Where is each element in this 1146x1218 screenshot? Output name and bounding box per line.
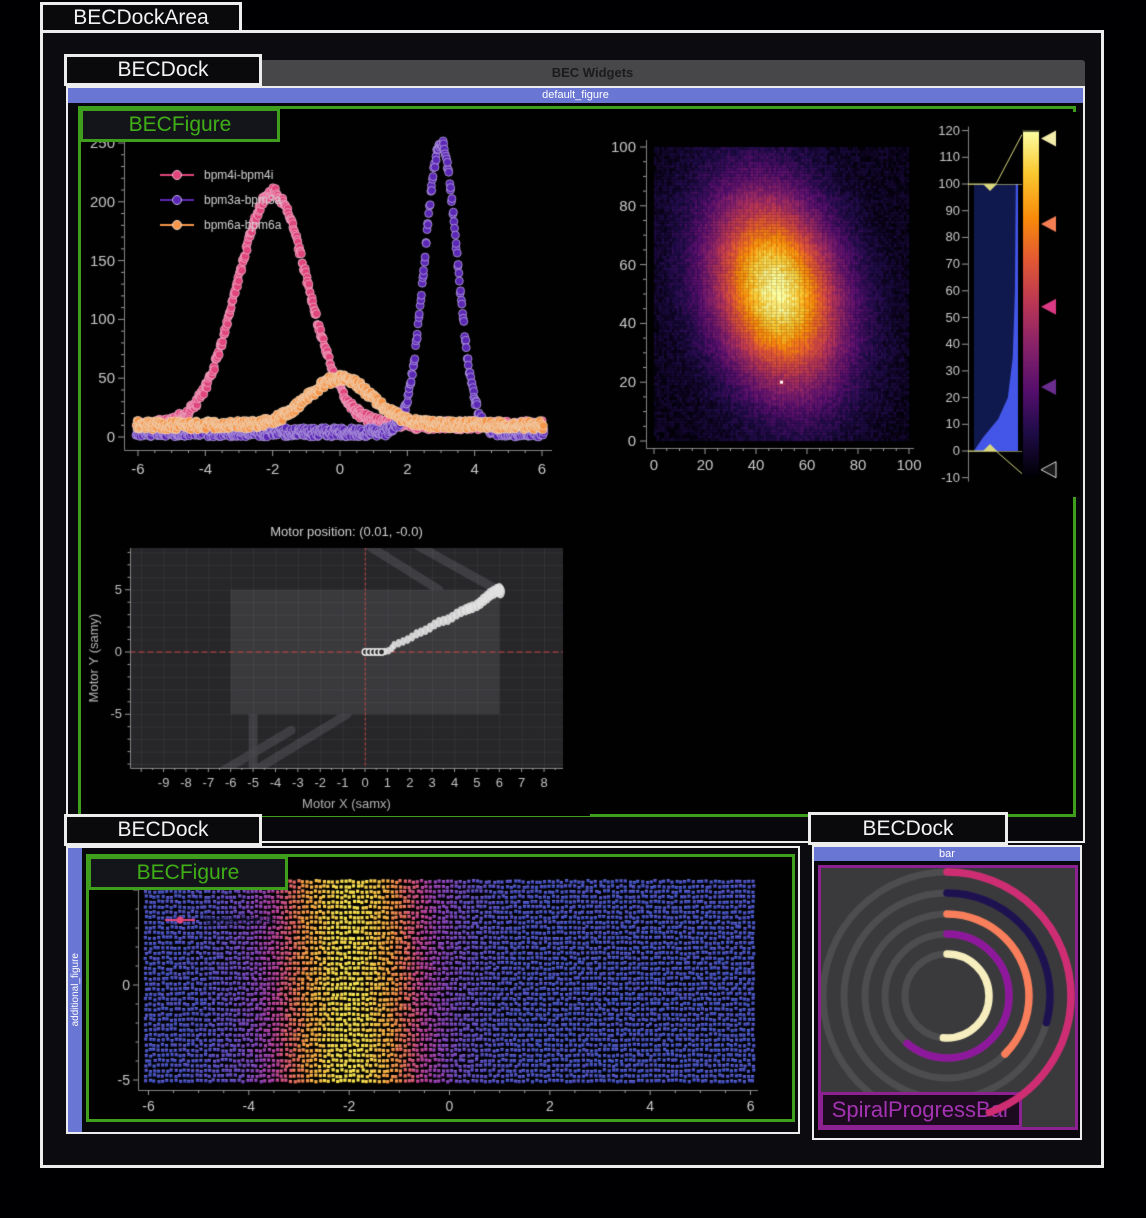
- motor-map-canvas[interactable]: [85, 520, 590, 816]
- dock-default-debug-label: BECDock: [64, 54, 262, 86]
- figure-additional-debug-label: BECFigure: [88, 856, 288, 890]
- spiral-progress-arcs-canvas[interactable]: [821, 868, 1075, 1127]
- dock-bar-titlebar[interactable]: bar: [814, 847, 1080, 861]
- dock-additional-debug-label: BECDock: [64, 814, 262, 846]
- figure-default-debug-label: BECFigure: [80, 108, 280, 142]
- waveform-plot-canvas[interactable]: [86, 116, 576, 491]
- tab-bec-widgets-label: BEC Widgets: [552, 65, 634, 80]
- scatter-waveform-canvas[interactable]: [90, 858, 791, 1119]
- dock-bar-title-text: bar: [939, 848, 955, 860]
- dock-additional-title-text: additional_figure: [70, 953, 81, 1026]
- dock-default-debug-label-text: BECDock: [117, 58, 208, 82]
- bec-dock-area: BECDockArea BEC Widgets default_figure B…: [0, 0, 1146, 1218]
- dock-bar-debug-label-text: BECDock: [862, 817, 953, 841]
- figure-default-debug-label-text: BECFigure: [129, 113, 232, 137]
- dock-additional-titlebar[interactable]: additional_figure: [68, 848, 82, 1132]
- dock-default-title-text: default_figure: [542, 89, 609, 101]
- dock-default-titlebar[interactable]: default_figure: [68, 88, 1083, 103]
- dock-area-debug-label-text: BECDockArea: [73, 6, 208, 30]
- dock-bar-debug-label: BECDock: [808, 812, 1008, 845]
- histogram-lut-canvas[interactable]: [930, 112, 1080, 497]
- figure-additional-debug-label-text: BECFigure: [137, 861, 240, 885]
- dock-area-debug-label: BECDockArea: [40, 2, 242, 33]
- dock-additional-debug-label-text: BECDock: [117, 818, 208, 842]
